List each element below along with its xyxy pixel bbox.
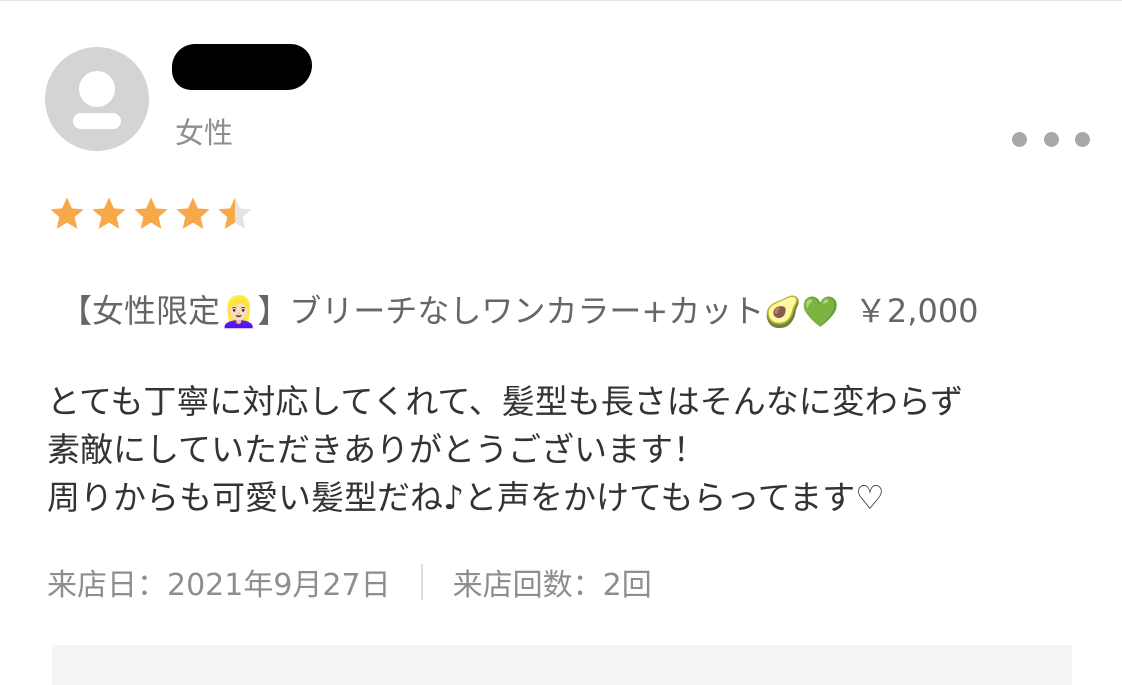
star-icon xyxy=(50,197,84,229)
menu-price: ￥2,000 xyxy=(854,292,979,330)
more-options-button[interactable] xyxy=(1012,126,1090,152)
visit-info: 来店日：2021年9月27日 来店回数：2回 xyxy=(47,560,652,604)
star-icon xyxy=(92,197,126,229)
visit-divider xyxy=(420,564,423,600)
more-dot-icon xyxy=(1043,131,1059,147)
redacted-username xyxy=(172,44,312,90)
avatar[interactable] xyxy=(45,47,149,151)
star-icon xyxy=(176,197,210,229)
visit-count: 来店回数：2回 xyxy=(452,568,652,603)
menu-item-title[interactable]: 【女性限定👱🏻‍♀️】ブリーチなしワンカラー+カット🥑💚 ￥2,000 xyxy=(60,286,979,332)
more-dot-icon xyxy=(1075,131,1090,147)
more-dot-icon xyxy=(1012,131,1027,147)
menu-prefix: 【女性限定 xyxy=(60,292,221,330)
half-star-icon xyxy=(218,197,252,229)
avocado-heart-emoji: 🥑💚 xyxy=(764,295,839,330)
reviewer-gender: 女性 xyxy=(175,116,234,150)
menu-name: 】ブリーチなしワンカラー+カット xyxy=(257,292,765,330)
star-icon xyxy=(134,197,168,229)
top-divider xyxy=(0,0,1122,1)
review-body: とても丁寧に対応してくれて、髪型も長さはそんなに変わらず 素敵にしていただきあり… xyxy=(47,382,964,517)
star-rating xyxy=(47,194,255,234)
reply-card-edge xyxy=(52,645,1072,685)
blonde-woman-emoji: 👱🏻‍♀️ xyxy=(220,295,258,330)
person-icon xyxy=(73,71,121,129)
visit-date: 来店日：2021年9月27日 xyxy=(47,568,391,603)
